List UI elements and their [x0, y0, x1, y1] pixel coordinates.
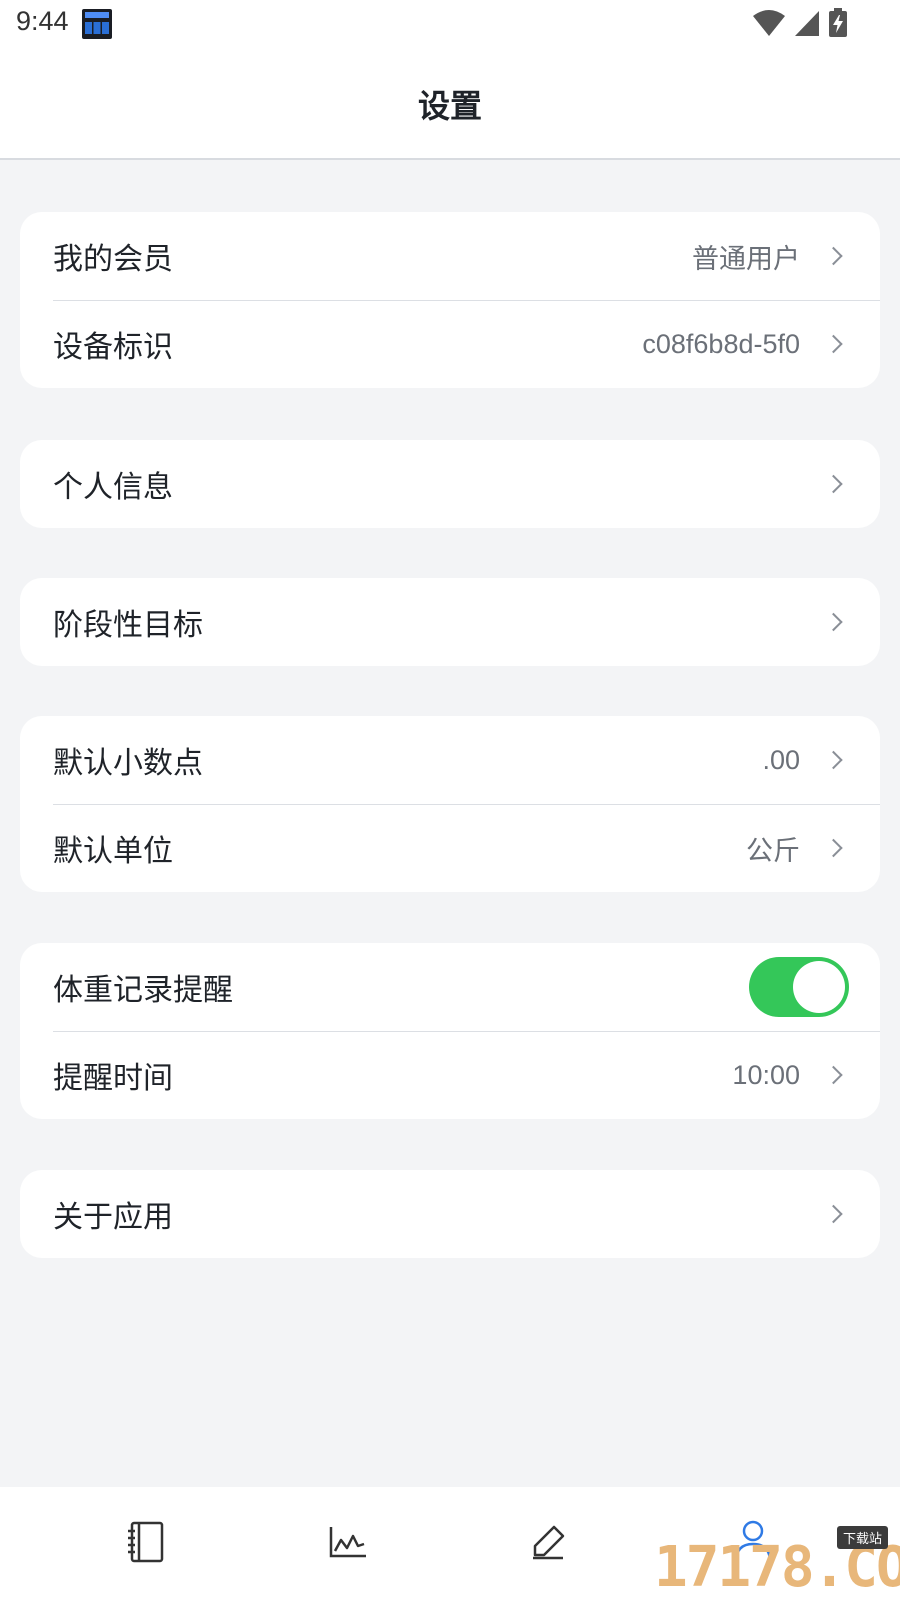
- reminder-time-row[interactable]: 提醒时间 10:00: [20, 1031, 880, 1119]
- default-unit-value: 公斤: [746, 835, 800, 866]
- about-card: 关于应用: [20, 1170, 880, 1258]
- default-unit-row[interactable]: 默认单位 公斤: [20, 804, 880, 892]
- personal-info-card: 个人信息: [20, 440, 880, 528]
- weight-reminder-toggle[interactable]: [749, 957, 849, 1017]
- personal-info-row[interactable]: 个人信息: [20, 440, 880, 528]
- weight-reminder-label: 体重记录提醒: [53, 973, 233, 1008]
- membership-card: 我的会员 普通用户 设备标识 c08f6b8d-5f0: [20, 212, 880, 388]
- pencil-icon: [533, 1525, 565, 1560]
- reminder-time-label: 提醒时间: [53, 1061, 173, 1096]
- chevron-right-icon: [824, 750, 843, 770]
- stage-goal-row[interactable]: 阶段性目标: [20, 578, 880, 666]
- wifi-icon: [753, 10, 785, 36]
- chevron-right-icon: [824, 474, 843, 494]
- status-icons: [752, 8, 848, 38]
- device-id-row[interactable]: 设备标识 c08f6b8d-5f0: [20, 300, 880, 388]
- tab-record-entry[interactable]: [498, 1507, 598, 1577]
- about-app-label: 关于应用: [53, 1200, 173, 1235]
- my-membership-value: 普通用户: [692, 243, 800, 274]
- chevron-right-icon: [824, 612, 843, 632]
- personal-info-label: 个人信息: [53, 470, 173, 505]
- default-decimal-row[interactable]: 默认小数点 .00: [20, 716, 880, 804]
- watermark-badge: 下载站: [836, 1526, 888, 1549]
- tab-records[interactable]: [95, 1507, 195, 1577]
- app-clock-icon: [82, 9, 112, 39]
- default-decimal-label: 默认小数点: [53, 746, 203, 781]
- chevron-right-icon: [824, 246, 843, 266]
- my-membership-row[interactable]: 我的会员 普通用户: [20, 212, 880, 300]
- stage-goal-card: 阶段性目标: [20, 578, 880, 666]
- watermark: 17178.COM 下载站: [654, 1524, 900, 1596]
- status-bar: 9:44: [0, 0, 900, 50]
- page-title: 设置: [417, 87, 482, 125]
- default-decimal-value: .00: [762, 744, 800, 775]
- device-id-value: c08f6b8d-5f0: [642, 328, 800, 359]
- chevron-right-icon: [824, 334, 843, 354]
- defaults-card: 默认小数点 .00 默认单位 公斤: [20, 716, 880, 892]
- reminder-card: 体重记录提醒 提醒时间 10:00: [20, 943, 880, 1119]
- default-unit-label: 默认单位: [53, 834, 173, 869]
- status-time: 9:44: [16, 6, 69, 36]
- toggle-knob: [793, 961, 845, 1013]
- chevron-right-icon: [824, 1204, 843, 1224]
- battery-charging-icon: [829, 8, 847, 37]
- tab-trend[interactable]: [298, 1507, 398, 1577]
- bottom-tab-bar: 17178.COM 下载站: [0, 1487, 900, 1600]
- line-chart-icon: [329, 1527, 366, 1558]
- reminder-time-value: 10:00: [732, 1059, 800, 1090]
- my-membership-label: 我的会员: [53, 242, 173, 277]
- stage-goal-label: 阶段性目标: [53, 608, 203, 643]
- chevron-right-icon: [824, 838, 843, 858]
- header: 设置: [0, 50, 900, 160]
- about-app-row[interactable]: 关于应用: [20, 1170, 880, 1258]
- weight-reminder-row: 体重记录提醒: [20, 943, 880, 1031]
- notebook-icon: [128, 1521, 164, 1563]
- device-id-label: 设备标识: [53, 330, 173, 365]
- cellular-signal-icon: [795, 11, 819, 36]
- chevron-right-icon: [824, 1065, 843, 1085]
